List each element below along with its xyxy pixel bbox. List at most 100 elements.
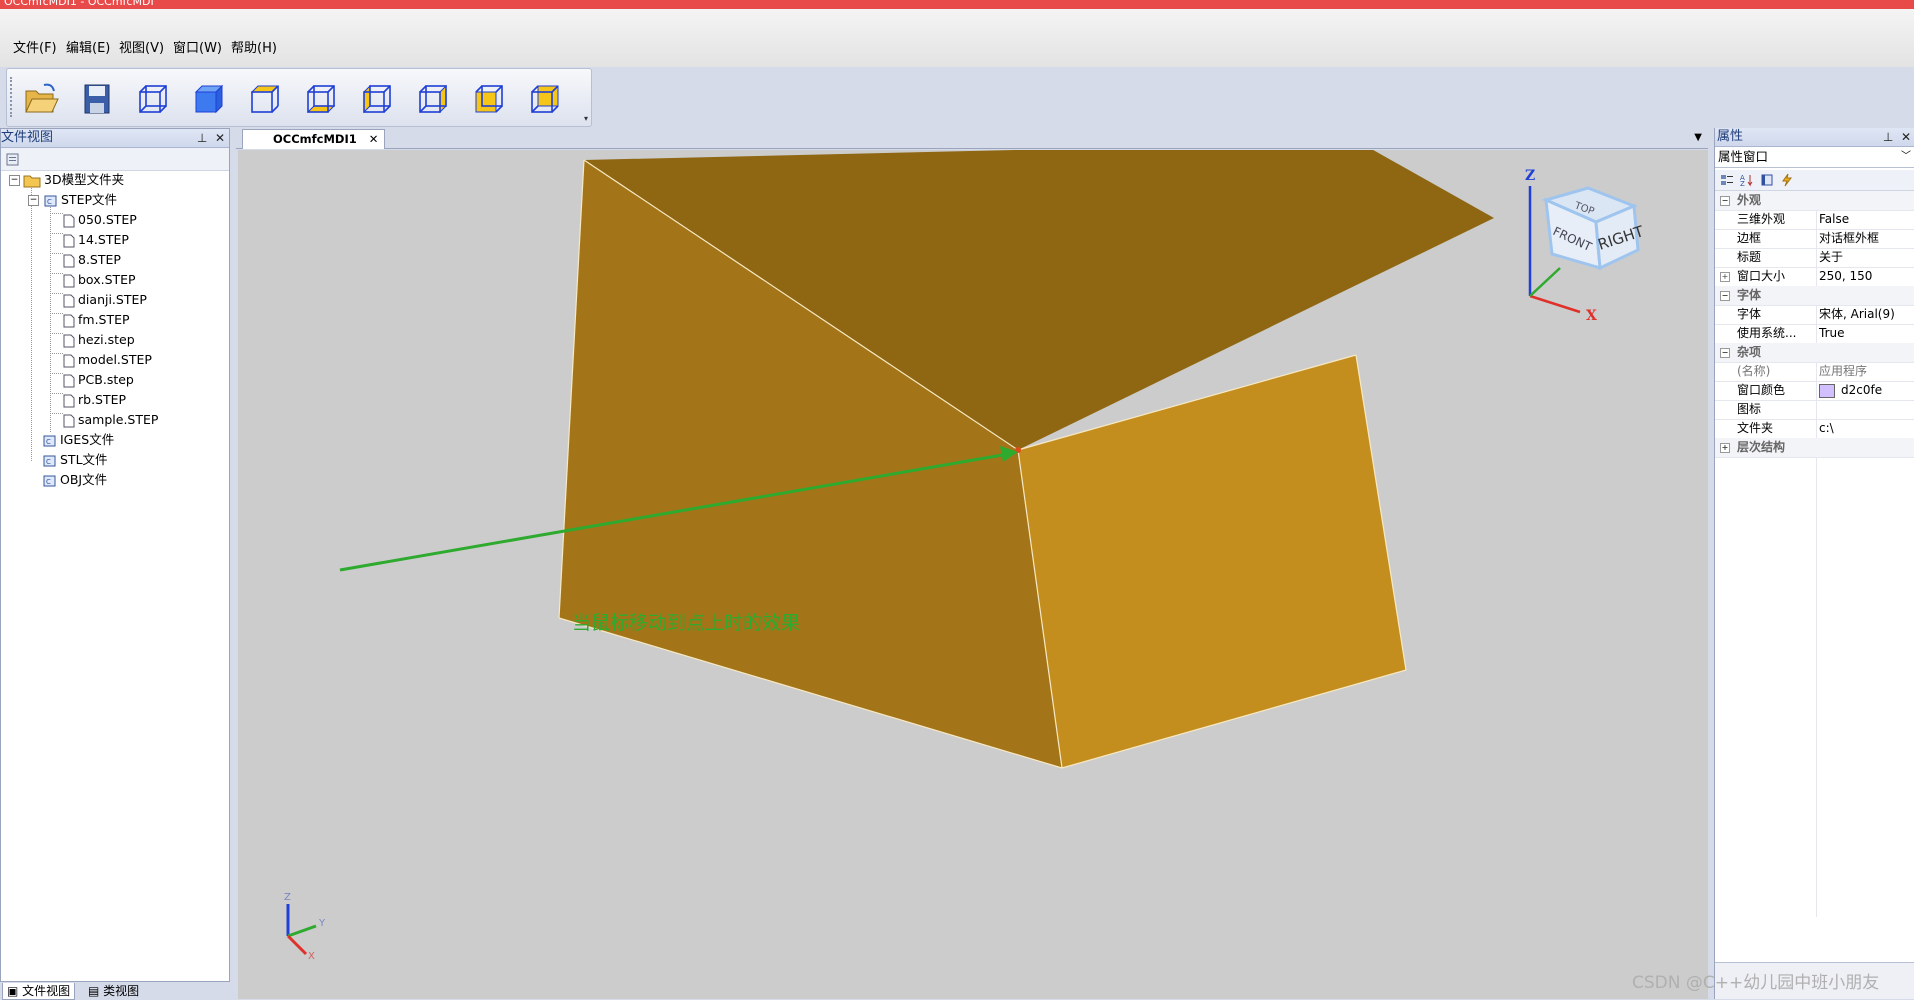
file-view-title: 文件视图 (1, 130, 54, 145)
events-icon[interactable] (1780, 173, 1794, 187)
property-category-appearance[interactable]: − 外观 (1715, 191, 1914, 211)
pin-icon[interactable]: ⊥ (197, 131, 207, 145)
class-view-icon: ▤ (88, 984, 100, 998)
tree-file-item[interactable]: box.STEP (63, 271, 136, 289)
menu-edit[interactable]: 编辑(E) (66, 37, 110, 56)
right-view-button[interactable] (411, 79, 455, 119)
menu-bar: 文件(F) 编辑(E) 视图(V) 窗口(W) 帮助(H) (0, 9, 1914, 68)
file-icon (63, 214, 75, 227)
tree-file-item[interactable]: model.STEP (63, 351, 152, 369)
class-icon: C (44, 195, 57, 206)
file-icon (63, 234, 75, 247)
categorized-icon[interactable] (1720, 173, 1734, 187)
property-category-hierarchy[interactable]: + 层次结构 (1715, 438, 1914, 458)
file-icon (63, 354, 75, 367)
file-icon (63, 254, 75, 267)
pin-icon[interactable]: ⊥ (1883, 130, 1893, 144)
properties-icon[interactable] (5, 151, 21, 167)
collapse-toggle[interactable]: − (28, 195, 39, 206)
back-view-icon (531, 85, 559, 113)
color-swatch[interactable] (1819, 383, 1835, 398)
file-view-panel: 文件视图 ⊥ ✕ −3D模型文件夹 − C STEP文件 050.STEP 14.S… (0, 128, 230, 982)
tree-group-obj[interactable]: C OBJ文件 (41, 471, 107, 489)
3d-viewport[interactable]: Z X TOP FRONT RIGHT Z Y X 当鼠标移动到点上时的效果 (238, 150, 1708, 999)
property-category-font[interactable]: − 字体 (1715, 286, 1914, 306)
property-row[interactable]: 标题 关于 (1715, 248, 1914, 268)
top-view-button[interactable] (243, 79, 287, 119)
property-category-misc[interactable]: − 杂项 (1715, 343, 1914, 363)
menu-view[interactable]: 视图(V) (119, 37, 164, 56)
svg-text:Z: Z (1740, 180, 1745, 187)
wireframe-cube-icon (139, 85, 167, 113)
file-icon (63, 334, 75, 347)
left-view-button[interactable] (355, 79, 399, 119)
sort-alpha-icon[interactable]: AZ (1740, 173, 1754, 187)
properties-header: 属性 ⊥ ✕ (1715, 128, 1914, 147)
document-tab-strip: OCCmfcMDI1 ✕ ▼ (236, 128, 1708, 149)
axis-triad: Z Y X (284, 892, 326, 962)
file-icon (63, 374, 75, 387)
property-row[interactable]: (名称) 应用程序 (1715, 362, 1914, 382)
shaded-view-button[interactable] (187, 79, 231, 119)
toolbar-overflow-button[interactable]: ▾ (584, 114, 592, 124)
tree-group-iges[interactable]: C IGES文件 (41, 431, 114, 449)
tab-document[interactable]: OCCmfcMDI1 ✕ (242, 129, 386, 149)
svg-text:C: C (46, 438, 51, 446)
triad-axis-x: X (308, 951, 315, 962)
property-row[interactable]: 文件夹 c:\ (1715, 419, 1914, 439)
view-cube[interactable]: Z X TOP FRONT RIGHT (1525, 168, 1647, 324)
property-row[interactable]: 三维外观 False (1715, 210, 1914, 230)
folder-icon (23, 175, 41, 187)
back-view-button[interactable] (523, 79, 567, 119)
file-icon (63, 314, 75, 327)
svg-text:C: C (46, 458, 51, 466)
property-row[interactable]: 边框 对话框外框 (1715, 229, 1914, 249)
shaded-cube-icon (194, 84, 224, 114)
tab-list-dropdown-icon[interactable]: ▼ (1694, 132, 1702, 143)
bottom-view-button[interactable] (299, 79, 343, 119)
main-toolbar: ▾ (6, 68, 592, 127)
properties-object-select[interactable]: 属性窗口 ﹀ (1715, 147, 1914, 168)
tab-class-view[interactable]: ▤ 类视图 (84, 983, 143, 999)
property-row[interactable]: 使用系统... True (1715, 324, 1914, 344)
tree-group-step[interactable]: − C STEP文件 (28, 191, 117, 209)
tree-file-item[interactable]: fm.STEP (63, 311, 130, 329)
close-icon[interactable]: ✕ (215, 131, 225, 145)
tree-file-item[interactable]: sample.STEP (63, 411, 158, 429)
file-icon (63, 294, 75, 307)
menu-window[interactable]: 窗口(W) (173, 37, 222, 56)
triad-axis-y: Y (318, 918, 326, 929)
property-row[interactable]: + 窗口大小 250, 150 (1715, 267, 1914, 287)
tree-group-stl[interactable]: C STL文件 (41, 451, 108, 469)
front-view-button[interactable] (467, 79, 511, 119)
menu-file[interactable]: 文件(F) (13, 37, 57, 56)
property-row[interactable]: 窗口颜色 d2c0fe (1715, 381, 1914, 401)
close-tab-icon[interactable]: ✕ (369, 132, 379, 146)
toolbar-grip[interactable] (10, 77, 15, 117)
top-view-icon (250, 85, 280, 113)
property-pages-icon[interactable] (1760, 173, 1774, 187)
tree-file-item[interactable]: 8.STEP (63, 251, 121, 269)
tree-root[interactable]: −3D模型文件夹 (9, 171, 124, 189)
tree-file-item[interactable]: 050.STEP (63, 211, 137, 229)
close-icon[interactable]: ✕ (1901, 130, 1911, 144)
save-button[interactable] (75, 79, 119, 119)
property-row[interactable]: 图标 (1715, 400, 1914, 420)
tab-file-view[interactable]: ▣ 文件视图 (2, 983, 76, 1000)
left-panel-tabs: ▣ 文件视图 ▤ 类视图 (0, 983, 228, 1000)
open-folder-icon (25, 83, 59, 113)
open-folder-button[interactable] (19, 79, 63, 119)
tree-file-item[interactable]: 14.STEP (63, 231, 129, 249)
menu-help[interactable]: 帮助(H) (231, 37, 277, 56)
wireframe-view-button[interactable] (131, 79, 175, 119)
property-row[interactable]: 字体 宋体, Arial(9) (1715, 305, 1914, 325)
file-icon (63, 394, 75, 407)
tree-file-item[interactable]: hezi.step (63, 331, 135, 349)
file-icon (63, 414, 75, 427)
class-icon: C (43, 475, 56, 486)
tree-file-item[interactable]: rb.STEP (63, 391, 126, 409)
right-view-icon (419, 84, 447, 114)
tree-file-item[interactable]: PCB.step (63, 371, 134, 389)
tree-file-item[interactable]: dianji.STEP (63, 291, 147, 309)
collapse-toggle[interactable]: − (9, 175, 20, 186)
